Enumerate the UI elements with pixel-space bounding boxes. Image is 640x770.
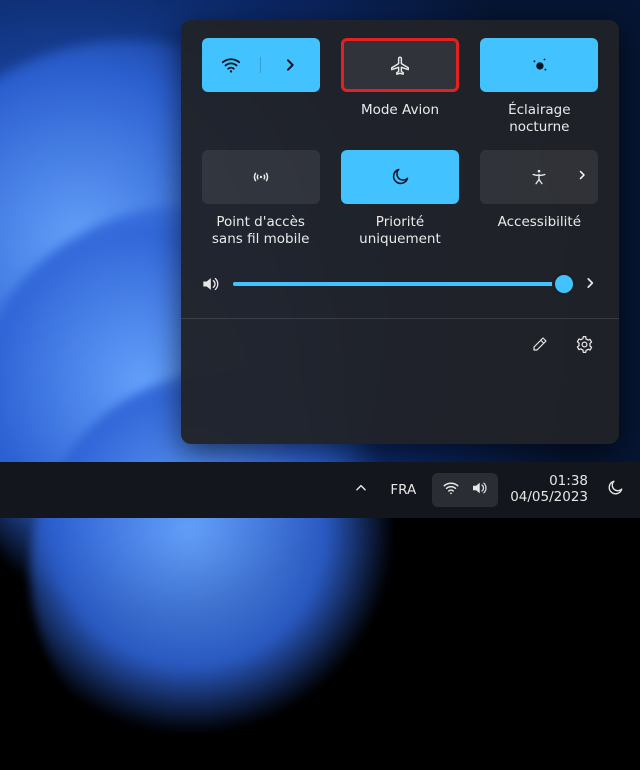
volume-output-expand[interactable] xyxy=(579,275,601,294)
accessibility-label: Accessibilité xyxy=(480,214,598,248)
chevron-right-icon xyxy=(282,57,298,73)
pencil-icon xyxy=(531,335,549,357)
language-indicator[interactable]: FRA xyxy=(382,476,424,504)
wifi-expand[interactable] xyxy=(260,57,320,73)
panel-footer xyxy=(199,319,601,373)
chevron-right-icon xyxy=(576,169,588,185)
volume-icon xyxy=(470,479,488,501)
volume-icon[interactable] xyxy=(199,274,221,294)
clock-time: 01:38 xyxy=(549,474,588,490)
airplane-icon xyxy=(389,54,411,76)
airplane-mode-label: Mode Avion xyxy=(341,102,459,136)
volume-slider[interactable] xyxy=(233,274,567,294)
moon-icon xyxy=(606,485,624,501)
language-label: FRA xyxy=(390,482,416,498)
focus-assist-label: Priorité uniquement xyxy=(341,214,459,248)
wifi-icon xyxy=(442,479,460,501)
taskbar-clock[interactable]: 01:38 04/05/2023 xyxy=(506,472,592,507)
focus-assist-tile[interactable] xyxy=(341,150,459,204)
night-light-icon xyxy=(528,54,550,76)
clock-date: 04/05/2023 xyxy=(510,490,588,506)
tray-overflow-button[interactable] xyxy=(348,477,374,503)
network-volume-tray[interactable] xyxy=(432,473,498,507)
chevron-right-icon xyxy=(583,275,597,294)
edit-quick-settings-button[interactable] xyxy=(527,333,553,359)
wifi-label xyxy=(202,102,320,136)
airplane-mode-tile[interactable] xyxy=(341,38,459,92)
notification-center-button[interactable] xyxy=(600,475,630,505)
night-light-label: Éclairage nocturne xyxy=(480,102,598,136)
open-settings-button[interactable] xyxy=(571,333,597,359)
wifi-icon xyxy=(220,54,242,76)
quick-settings-panel: Mode Avion Éclairage nocturne xyxy=(181,20,619,444)
mobile-hotspot-tile[interactable] xyxy=(202,150,320,204)
accessibility-icon xyxy=(529,167,549,187)
accessibility-tile[interactable] xyxy=(480,150,598,204)
night-light-tile[interactable] xyxy=(480,38,598,92)
quick-tiles-grid: Mode Avion Éclairage nocturne xyxy=(199,38,601,248)
wifi-tile[interactable] xyxy=(202,38,320,92)
mobile-hotspot-label: Point d'accès sans fil mobile xyxy=(202,214,320,248)
taskbar: FRA 01:38 04/05/2023 xyxy=(0,462,640,518)
gear-icon xyxy=(575,335,594,358)
moon-icon xyxy=(390,167,410,187)
wifi-toggle[interactable] xyxy=(202,54,261,76)
hotspot-icon xyxy=(250,166,272,188)
volume-row xyxy=(199,274,601,294)
chevron-up-icon xyxy=(354,483,368,499)
